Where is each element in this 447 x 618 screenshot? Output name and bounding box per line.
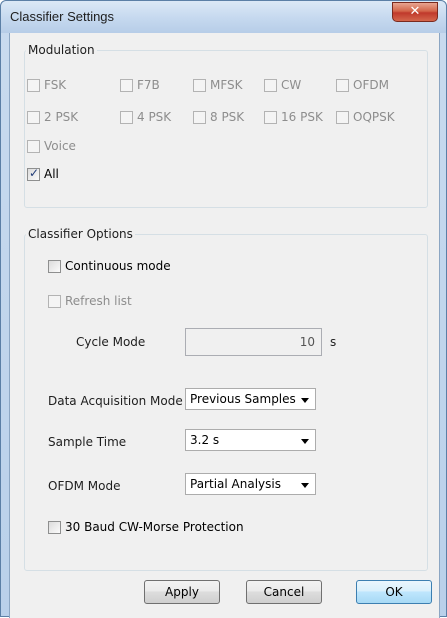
checkbox-label: FSK: [44, 78, 67, 92]
checkbox-box: ✓: [27, 165, 40, 181]
checkbox-4psk[interactable]: 4 PSK: [120, 110, 171, 124]
checkbox-baud-protection[interactable]: 30 Baud CW-Morse Protection: [48, 520, 244, 534]
ofdm-mode-select[interactable]: Partial Analysis: [185, 473, 316, 495]
data-acquisition-value: Previous Samples: [190, 392, 296, 406]
apply-button[interactable]: Apply: [144, 580, 220, 604]
checkbox-box: [264, 78, 277, 92]
checkbox-label: Voice: [44, 139, 76, 153]
title-bar[interactable]: Classifier Settings ✕: [1, 1, 446, 33]
checkbox-voice[interactable]: Voice: [27, 139, 76, 153]
checkbox-label: Refresh list: [65, 294, 132, 308]
chevron-down-icon: [301, 398, 309, 403]
data-acquisition-select[interactable]: Previous Samples: [185, 388, 316, 410]
checkbox-label: OQPSK: [353, 110, 395, 124]
cycle-mode-label: Cycle Mode: [76, 335, 146, 349]
checkbox-box: [120, 78, 133, 92]
checkbox-box: [48, 520, 61, 534]
checkbox-label: 8 PSK: [210, 110, 245, 124]
ok-button[interactable]: OK: [356, 580, 432, 604]
checkmark-icon: ✓: [29, 165, 40, 180]
checkbox-label: Continuous mode: [65, 259, 171, 273]
classifier-options-title: Classifier Options: [26, 227, 135, 241]
dialog-client-area: Modulation FSK F7B MFSK CW OFDM 2 PSK 4 …: [9, 33, 440, 618]
data-acquisition-label: Data Acquisition Mode: [48, 394, 183, 408]
sample-time-select[interactable]: 3.2 s: [185, 429, 316, 451]
checkbox-box: [48, 259, 61, 273]
checkbox-refresh-list[interactable]: Refresh list: [48, 294, 132, 308]
checkbox-16psk[interactable]: 16 PSK: [264, 110, 323, 124]
sample-time-value: 3.2 s: [190, 433, 220, 447]
dialog-window: Classifier Settings ✕ Modulation FSK F7B…: [0, 0, 447, 618]
chevron-down-icon: [301, 439, 309, 444]
close-button[interactable]: ✕: [392, 2, 438, 22]
checkbox-box: [27, 110, 40, 124]
chevron-down-icon: [301, 483, 309, 488]
checkbox-8psk[interactable]: 8 PSK: [193, 110, 244, 124]
checkbox-mfsk[interactable]: MFSK: [193, 78, 243, 92]
checkbox-box: [48, 294, 61, 308]
ofdm-mode-value: Partial Analysis: [190, 477, 281, 491]
checkbox-box: [27, 139, 40, 153]
checkbox-ofdm[interactable]: OFDM: [336, 78, 389, 92]
close-icon: ✕: [409, 4, 421, 19]
cycle-mode-unit: s: [330, 335, 337, 349]
checkbox-box: [120, 110, 133, 124]
checkbox-oqpsk[interactable]: OQPSK: [336, 110, 395, 124]
checkbox-label: F7B: [137, 78, 160, 92]
checkbox-box: [27, 78, 40, 92]
checkbox-label: 4 PSK: [137, 110, 172, 124]
checkbox-box: [264, 110, 277, 124]
checkbox-box: [336, 110, 349, 124]
checkbox-label: 16 PSK: [281, 110, 323, 124]
cancel-button[interactable]: Cancel: [246, 580, 322, 604]
checkbox-box: [336, 78, 349, 92]
checkbox-fsk[interactable]: FSK: [27, 78, 66, 92]
checkbox-label: 2 PSK: [44, 110, 79, 124]
checkbox-f7b[interactable]: F7B: [120, 78, 160, 92]
checkbox-2psk[interactable]: 2 PSK: [27, 110, 78, 124]
checkbox-label: All: [44, 167, 59, 181]
ofdm-mode-label: OFDM Mode: [48, 479, 121, 493]
sample-time-label: Sample Time: [48, 435, 127, 449]
checkbox-label: CW: [281, 78, 302, 92]
checkbox-box: [193, 78, 206, 92]
checkbox-box: [193, 110, 206, 124]
checkbox-label: MFSK: [210, 78, 243, 92]
checkbox-all[interactable]: ✓ All: [27, 165, 59, 181]
modulation-group-title: Modulation: [26, 43, 97, 57]
checkbox-continuous-mode[interactable]: Continuous mode: [48, 259, 171, 273]
window-title: Classifier Settings: [10, 9, 115, 24]
cycle-mode-input[interactable]: 10: [185, 328, 322, 356]
checkbox-label: 30 Baud CW-Morse Protection: [65, 520, 244, 534]
modulation-group: [24, 50, 428, 208]
checkbox-label: OFDM: [353, 78, 389, 92]
checkbox-cw[interactable]: CW: [264, 78, 301, 92]
